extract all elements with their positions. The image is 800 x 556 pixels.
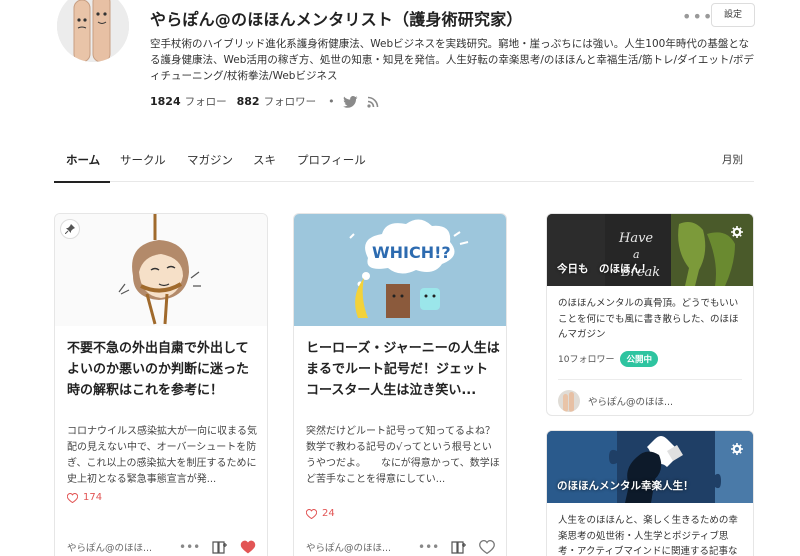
tab-circle[interactable]: サークル — [120, 152, 166, 168]
profile-stats: 1824 フォロー 882 フォロワー • — [150, 94, 388, 109]
article-excerpt: 突然だけどルート記号って知ってるよね？ 数学で教わる記号の√ってという根号という… — [306, 426, 500, 485]
add-to-magazine-icon[interactable] — [451, 540, 467, 554]
magazine-meta: 10フォロワー 公開中 — [547, 343, 753, 367]
separator-dot: • — [328, 95, 335, 108]
follower-label[interactable]: フォロワー — [264, 94, 317, 109]
gear-icon[interactable] — [731, 223, 743, 242]
article-author[interactable]: やらぽん@のほほ... — [67, 540, 171, 554]
active-tab-indicator — [54, 181, 110, 183]
article-footer: やらぽん@のほほ... ••• — [306, 538, 500, 556]
rss-icon[interactable] — [366, 96, 379, 108]
article-thumbnail: WHICH!? — [294, 214, 506, 326]
which-sign-text: WHICH!? — [372, 243, 451, 262]
magazine-title[interactable]: 今日も のほほん！ — [557, 261, 652, 276]
public-status-badge: 公開中 — [620, 350, 658, 367]
article-more-icon[interactable]: ••• — [179, 540, 200, 554]
pin-icon — [60, 219, 80, 239]
tab-home[interactable]: ホーム — [66, 152, 100, 168]
heart-outline-icon — [306, 508, 317, 519]
article-more-icon[interactable]: ••• — [418, 540, 439, 554]
add-to-magazine-icon[interactable] — [212, 540, 228, 554]
article-footer: やらぽん@のほほ... ••• — [67, 538, 261, 556]
profile-name: やらぽん@のほほんメンタリスト（護身術研究家） — [150, 10, 523, 29]
follower-count[interactable]: 882 — [237, 95, 260, 108]
magazine-description: 人生をのほほんと、楽しく生きるための幸楽思考の処世術・人生学とポジティブ思考・ア… — [558, 515, 738, 556]
follow-count[interactable]: 1824 — [150, 95, 181, 108]
tab-likes[interactable]: スキ — [253, 152, 276, 168]
board-word-a: a — [633, 248, 640, 261]
article-thumbnail — [55, 214, 267, 326]
like-count: 24 — [306, 508, 335, 519]
article-author[interactable]: やらぽん@のほほ... — [306, 540, 410, 554]
like-heart-outline-icon[interactable] — [479, 540, 496, 554]
magazine-card[interactable]: Have a Break 今日も のほほん！ のほほんメンタルの真骨頂。どうでも… — [546, 213, 754, 416]
magazine-banner: のほほんメンタル幸楽人生！ — [547, 431, 753, 503]
magazine-author[interactable]: やらぽん@のほほ... — [558, 378, 742, 412]
board-word-have: Have — [618, 231, 653, 246]
heart-outline-icon — [67, 492, 78, 503]
article-title[interactable]: 不要不急の外出自粛で外出してよいのか悪いのか判断に迷った時の解釈はこれを参考に！ — [67, 338, 261, 401]
gear-icon[interactable] — [731, 440, 743, 459]
profile-tabs: ホーム サークル マガジン スキ プロフィール — [54, 144, 754, 182]
magazine-card[interactable]: のほほんメンタル幸楽人生！ 人生をのほほんと、楽しく生きるための幸楽思考の処世術… — [546, 430, 754, 556]
magazine-title[interactable]: のほほんメンタル幸楽人生！ — [557, 478, 694, 493]
like-count: 174 — [67, 492, 102, 503]
magazine-followers: 10フォロワー — [558, 355, 615, 365]
profile-bio: 空手杖術のハイブリッド進化系護身術健康法、Webビジネスを実践研究。窮地・崖っぷ… — [150, 38, 754, 82]
article-excerpt: コロナウイルス感染拡大が一向に収まる気配の見えない中で、オーバーシュートを防ぎ、… — [67, 426, 257, 485]
monthly-archive-link[interactable]: 月別 — [722, 152, 743, 167]
magazine-description: のほほんメンタルの真骨頂。どうでもいいことを何にでも風に書き散らした、のほほんマ… — [558, 298, 739, 340]
tab-magazine[interactable]: マガジン — [187, 152, 233, 168]
like-count-value: 24 — [322, 508, 335, 519]
author-name: やらぽん@のほほ... — [588, 396, 674, 408]
author-avatar — [558, 389, 580, 412]
settings-button[interactable]: 設定 — [711, 3, 755, 27]
tab-profile[interactable]: プロフィール — [297, 152, 366, 168]
article-title[interactable]: ヒーローズ・ジャーニーの人生はまるでルート記号だ！ジェットコースター人生は泣き笑… — [306, 338, 500, 401]
more-options-icon[interactable]: ••• — [682, 7, 713, 26]
like-heart-filled-icon[interactable] — [240, 540, 256, 554]
follow-label[interactable]: フォロー — [185, 94, 227, 109]
magazine-banner: Have a Break 今日も のほほん！ — [547, 214, 753, 286]
like-count-value: 174 — [83, 492, 103, 503]
profile-avatar[interactable] — [57, 0, 129, 62]
twitter-icon[interactable] — [342, 95, 358, 108]
article-card[interactable]: 不要不急の外出自粛で外出してよいのか悪いのか判断に迷った時の解釈はこれを参考に！… — [54, 213, 268, 556]
article-card[interactable]: WHICH!? ヒーローズ・ジャーニーの人生はまるでルート記号だ！ジェットコース… — [293, 213, 507, 556]
